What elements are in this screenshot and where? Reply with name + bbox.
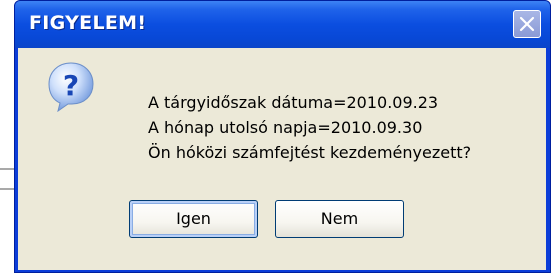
- background-divider: [0, 188, 14, 190]
- message-line: A hónap utolsó napja=2010.09.30: [148, 118, 423, 137]
- close-button[interactable]: [513, 10, 541, 38]
- yes-button[interactable]: Igen: [129, 200, 258, 238]
- message-line: A tárgyidőszak dátuma=2010.09.23: [148, 93, 439, 112]
- dialog-body: ? A tárgyidőszak dátuma=2010.09.23 A hón…: [18, 48, 546, 270]
- background-window-edge: [0, 0, 14, 273]
- dialog-title: FIGYELEM!: [29, 12, 147, 34]
- svg-text:?: ?: [63, 69, 79, 102]
- title-bar[interactable]: FIGYELEM!: [15, 1, 550, 48]
- close-icon: [519, 16, 535, 32]
- message-text: A tárgyidőszak dátuma=2010.09.23 A hónap…: [148, 90, 471, 165]
- message-line: Ön hóközi számfejtést kezdeményezett?: [148, 143, 472, 162]
- background-divider: [0, 168, 14, 170]
- message-dialog: FIGYELEM! ? A tárgyidőszak dátuma=2010.0…: [14, 0, 551, 273]
- question-icon: ?: [48, 62, 94, 112]
- no-button[interactable]: Nem: [275, 200, 404, 238]
